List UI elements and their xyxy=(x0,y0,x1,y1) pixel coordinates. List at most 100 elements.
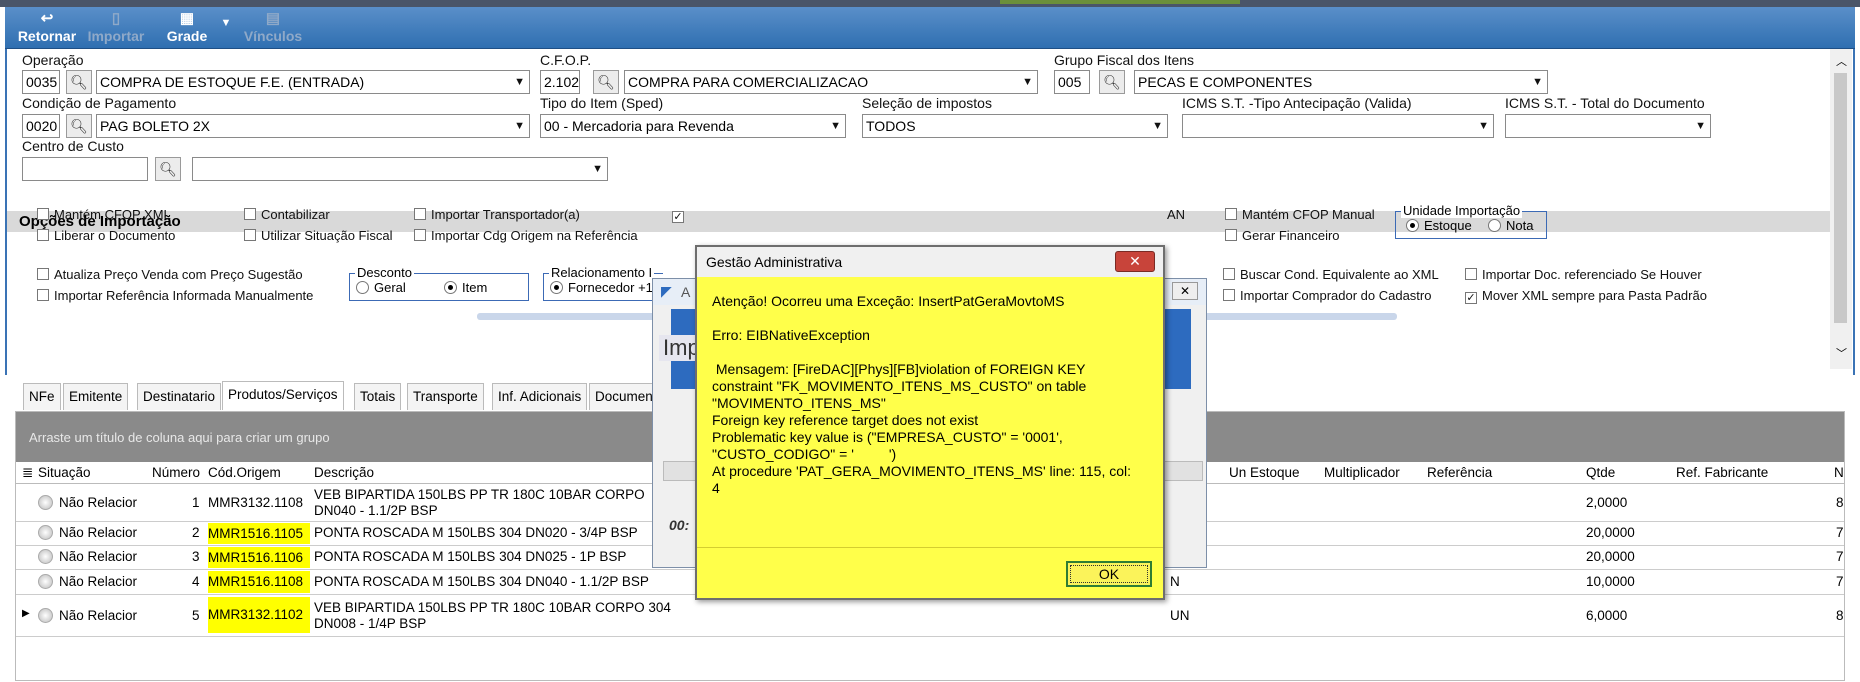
col-situacao[interactable]: Situação xyxy=(38,465,91,480)
current-row-indicator-icon: ▶ xyxy=(22,608,30,619)
status-icon xyxy=(38,495,53,510)
col-numero[interactable]: Número xyxy=(152,465,200,480)
grupo-code-field[interactable]: 005 xyxy=(1054,70,1090,94)
col-cod-origem[interactable]: Cód.Origem xyxy=(208,465,281,480)
scrollbar-thumb[interactable] xyxy=(1834,73,1847,323)
nota-radio[interactable]: Nota xyxy=(1488,218,1533,233)
cfop-select[interactable]: COMPRA PARA COMERCIALIZACAO ▼ xyxy=(624,70,1038,94)
selecao-impostos-select[interactable]: TODOS ▼ xyxy=(862,114,1168,138)
chevron-down-icon: ▼ xyxy=(830,120,841,132)
chevron-down-icon: ▼ xyxy=(592,163,603,175)
tab-inf-adicionais[interactable]: Inf. Adicionais xyxy=(492,383,588,410)
utilizar-situacao-checkbox[interactable]: Utilizar Situação Fiscal xyxy=(244,228,393,243)
grid-icon: ▦ xyxy=(179,10,195,27)
unidade-importacao-group: Unidade Importação Estoque Nota xyxy=(1395,203,1547,239)
back-arrow-icon: ↩ xyxy=(40,10,54,27)
tipo-item-select[interactable]: 00 - Mercadoria para Revenda ▼ xyxy=(540,114,846,138)
importar-comprador-checkbox[interactable]: Importar Comprador do Cadastro xyxy=(1223,288,1431,303)
grade-button[interactable]: ▦ Grade xyxy=(163,10,211,48)
operacao-code-field[interactable]: 0035 xyxy=(22,70,60,94)
close-icon: ✕ xyxy=(1129,253,1141,269)
col-ref-fabricante[interactable]: Ref. Fabricante xyxy=(1676,465,1768,480)
ok-button[interactable]: OK xyxy=(1066,561,1152,587)
table-icon: ▤ xyxy=(265,10,281,27)
operacao-select[interactable]: COMPRA DE ESTOQUE F.E. (ENTRADA) ▼ xyxy=(96,70,530,94)
centro-custo-label: Centro de Custo xyxy=(22,138,124,154)
grupo-search-button[interactable]: 🔍︎ xyxy=(1099,70,1125,94)
col-multiplicador[interactable]: Multiplicador xyxy=(1324,465,1400,480)
atualiza-preco-checkbox[interactable]: Atualiza Preço Venda com Preço Sugestão xyxy=(37,267,303,282)
tab-emitente[interactable]: Emitente xyxy=(63,383,129,410)
app-icon: ◤ xyxy=(661,283,672,299)
col-n[interactable]: N xyxy=(1834,465,1844,480)
an-fragment: AN xyxy=(1167,207,1186,222)
buscar-cond-checkbox[interactable]: Buscar Cond. Equivalente ao XML xyxy=(1223,267,1439,282)
col-qtde[interactable]: Qtde xyxy=(1586,465,1615,480)
cfop-code-field[interactable]: 2.102 xyxy=(540,70,580,94)
condicao-search-button[interactable]: 🔍︎ xyxy=(66,114,92,138)
importar-referencia-checkbox[interactable]: Importar Referência Informada Manualment… xyxy=(37,288,313,303)
column-chooser-icon[interactable]: ≣ xyxy=(22,465,33,481)
status-icon xyxy=(38,574,53,589)
desconto-item-radio[interactable]: Item xyxy=(444,280,487,295)
chevron-down-icon: ▼ xyxy=(1695,120,1706,132)
mover-xml-checkbox[interactable]: ✓ Mover XML sempre para Pasta Padrão xyxy=(1465,288,1707,304)
col-descricao[interactable]: Descrição xyxy=(314,465,374,480)
cfop-label: C.F.O.P. xyxy=(540,52,592,68)
error-dialog: Gestão Administrativa ✕ Atenção! Ocorreu… xyxy=(695,245,1165,600)
centro-custo-search-button[interactable]: 🔍︎ xyxy=(155,157,181,181)
tab-totais[interactable]: Totais xyxy=(354,383,402,410)
condicao-code-field[interactable]: 0020 xyxy=(22,114,60,138)
contabilizar-checkbox[interactable]: Contabilizar xyxy=(244,207,330,222)
tab-destinatario[interactable]: Destinatario xyxy=(137,383,222,410)
close-button[interactable]: ✕ xyxy=(1115,251,1155,272)
icms-total-select[interactable]: ▼ xyxy=(1505,114,1711,138)
toolbar: ↩ Retornar ▯ Importar ▦ Grade ▼ ▤ Víncul… xyxy=(5,7,1855,49)
dialog-title: Gestão Administrativa xyxy=(697,247,1163,277)
tab-transporte[interactable]: Transporte xyxy=(407,383,484,410)
condicao-label: Condição de Pagamento xyxy=(22,95,177,111)
search-icon: 🔍︎ xyxy=(1103,74,1121,90)
desconto-group: Desconto Geral Item xyxy=(349,265,529,301)
fornecedor-radio[interactable]: Fornecedor +1 xyxy=(550,280,653,295)
cfop-search-button[interactable]: 🔍︎ xyxy=(593,70,619,94)
icms-antecipacao-select[interactable]: ▼ xyxy=(1182,114,1494,138)
checked-option-checkbox[interactable]: ✓ xyxy=(672,207,689,223)
document-icon: ▯ xyxy=(111,10,121,27)
chevron-down-icon: ▼ xyxy=(1152,120,1163,132)
retornar-button[interactable]: ↩ Retornar xyxy=(17,10,77,48)
estoque-radio[interactable]: Estoque xyxy=(1406,218,1472,233)
grupo-fiscal-label: Grupo Fiscal dos Itens xyxy=(1054,52,1195,68)
icms-antecipacao-label: ICMS S.T. -Tipo Antecipação (Valida) xyxy=(1182,95,1412,111)
mantem-cfop-manual-checkbox[interactable]: Mantém CFOP Manual xyxy=(1225,207,1375,222)
grupo-select[interactable]: PECAS E COMPONENTES ▼ xyxy=(1134,70,1548,94)
relacionamento-group: Relacionamento I Fornecedor +1 xyxy=(543,265,663,301)
col-referencia[interactable]: Referência xyxy=(1427,465,1492,480)
operacao-search-button[interactable]: 🔍︎ xyxy=(66,70,92,94)
importar-transportador-checkbox[interactable]: Importar Transportador(a) xyxy=(414,207,580,222)
centro-custo-code-field[interactable] xyxy=(22,157,148,181)
status-icon xyxy=(38,525,53,540)
col-un-estoque[interactable]: Un Estoque xyxy=(1229,465,1300,480)
gerar-financeiro-checkbox[interactable]: Gerar Financeiro xyxy=(1225,228,1340,243)
error-message: Atenção! Ocorreu uma Exceção: InsertPatG… xyxy=(712,293,1132,496)
window-top-strip xyxy=(0,0,1860,7)
condicao-select[interactable]: PAG BOLETO 2X ▼ xyxy=(96,114,530,138)
tab-nfe[interactable]: NFe xyxy=(23,383,61,410)
icms-total-label: ICMS S.T. - Total do Documento xyxy=(1505,95,1705,111)
mantem-cfop-xml-checkbox[interactable]: Mantém CFOP XML xyxy=(37,207,171,222)
importar-doc-ref-checkbox[interactable]: Importar Doc. referenciado Se Houver xyxy=(1465,267,1702,282)
liberar-documento-checkbox[interactable]: Liberar o Documento xyxy=(37,228,175,243)
tab-documentos[interactable]: Documen xyxy=(589,383,659,410)
tab-produtos-servicos[interactable]: Produtos/Serviços xyxy=(222,381,344,410)
vinculos-button[interactable]: ▤ Vínculos xyxy=(243,10,303,48)
status-icon xyxy=(38,549,53,564)
importar-cdg-origem-checkbox[interactable]: Importar Cdg Origem na Referência xyxy=(414,228,638,243)
centro-custo-select[interactable]: ▼ xyxy=(192,157,608,181)
form-scrollbar[interactable]: ︿ ﹀ xyxy=(1830,49,1852,369)
table-row[interactable]: ▶ Não Relacior 5 MMR3132.1102 VEB BIPART… xyxy=(16,595,1844,637)
search-icon: 🔍︎ xyxy=(159,161,177,177)
close-icon[interactable]: ✕ xyxy=(1172,282,1198,300)
importar-button[interactable]: ▯ Importar xyxy=(85,10,147,48)
desconto-geral-radio[interactable]: Geral xyxy=(356,280,406,295)
